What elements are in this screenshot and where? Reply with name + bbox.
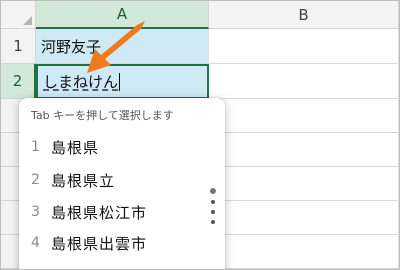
- cell-b1[interactable]: [209, 29, 399, 64]
- row-header-2[interactable]: 2: [1, 64, 36, 99]
- candidate-scroll-dots-icon[interactable]: [210, 188, 217, 230]
- candidate-number: 3: [31, 204, 40, 220]
- candidate-item-4[interactable]: 4 島根県出雲市: [31, 230, 147, 256]
- orange-arrow-icon: [87, 21, 145, 73]
- cell-b7[interactable]: [209, 235, 399, 269]
- candidate-number: 1: [31, 139, 40, 155]
- excel-window: A B 1 2 河野友子 しまねけん Tab キーを押して選択します 1 島根県…: [0, 0, 400, 270]
- candidate-hint: Tab キーを押して選択します: [31, 109, 174, 122]
- candidate-number: 2: [31, 172, 40, 188]
- candidate-text: 島根県松江市: [51, 203, 148, 222]
- candidate-text: 島根県: [51, 138, 100, 157]
- cell-b2[interactable]: [209, 64, 399, 99]
- cell-b5[interactable]: [209, 167, 399, 201]
- row-header-1[interactable]: 1: [1, 29, 36, 64]
- candidate-item-3[interactable]: 3 島根県松江市: [31, 199, 147, 225]
- candidate-item-1[interactable]: 1 島根県: [31, 134, 99, 160]
- candidate-number: 4: [31, 235, 40, 251]
- candidate-text: 島根県出雲市: [51, 234, 148, 253]
- cell-b4[interactable]: [209, 133, 399, 167]
- select-all-corner[interactable]: [1, 1, 36, 29]
- cell-b3[interactable]: [209, 99, 399, 133]
- candidate-item-2[interactable]: 2 島根県立: [31, 167, 115, 193]
- column-header-b[interactable]: B: [209, 1, 399, 29]
- candidate-text: 島根県立: [51, 171, 116, 190]
- cell-b6[interactable]: [209, 201, 399, 235]
- ime-candidate-window: Tab キーを押して選択します 1 島根県 2 島根県立 3 島根県松江市 4 …: [19, 98, 225, 269]
